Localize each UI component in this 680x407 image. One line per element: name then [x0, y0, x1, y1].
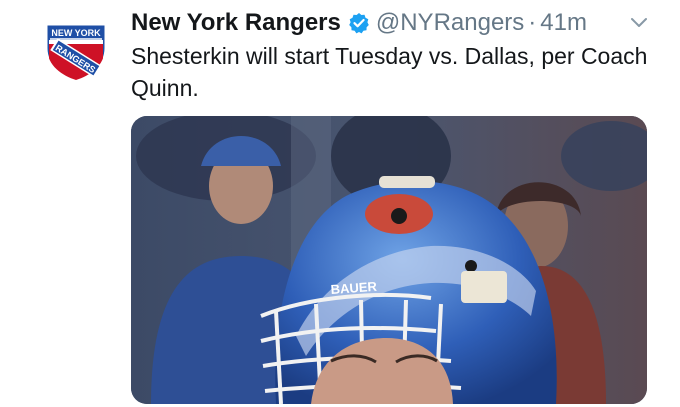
avatar[interactable]: NEW YORK RANGERS — [44, 22, 108, 82]
timestamp[interactable]: 41m — [540, 9, 587, 37]
verified-badge-icon — [348, 12, 370, 34]
logo-top-text: NEW YORK — [51, 28, 101, 38]
rangers-logo: NEW YORK RANGERS — [46, 24, 106, 81]
display-name[interactable]: New York Rangers — [131, 9, 341, 37]
tweet-text: Shesterkin will start Tuesday vs. Dallas… — [131, 43, 648, 101]
goalie-mask-photo: BAUER — [131, 116, 647, 404]
tweet[interactable]: NEW YORK RANGERS New York Rangers @NYRan… — [0, 0, 680, 407]
handle[interactable]: @NYRangers — [376, 9, 524, 37]
tweet-photo[interactable]: BAUER — [131, 116, 647, 404]
separator-dot: · — [528, 9, 537, 36]
chevron-down-icon[interactable] — [628, 12, 650, 34]
tweet-header: New York Rangers @NYRangers · 41m — [131, 6, 650, 40]
